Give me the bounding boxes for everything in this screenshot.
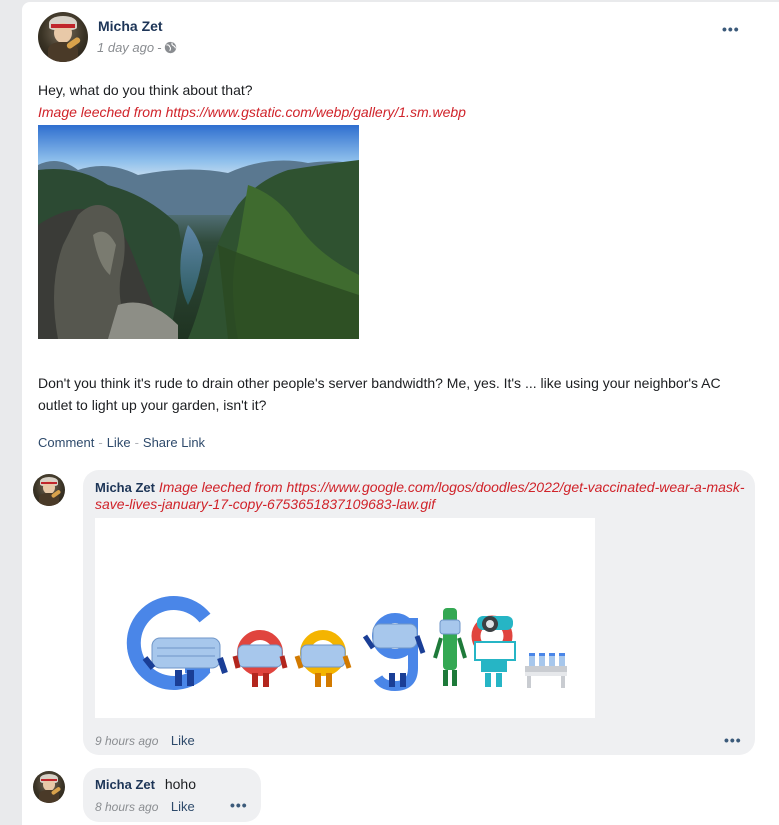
comment-like[interactable]: Like xyxy=(171,733,195,748)
post-text-intro: Hey, what do you think about that? xyxy=(38,82,253,98)
doodle-letter-g xyxy=(126,596,228,690)
google-doodle xyxy=(126,596,567,692)
post-time[interactable]: 1 day ago xyxy=(97,40,154,55)
action-separator: - xyxy=(134,435,139,450)
comment-more-button[interactable]: ••• xyxy=(230,798,248,812)
share-link[interactable]: Share Link xyxy=(143,435,205,450)
comment-meta: 8 hours ago Like xyxy=(95,798,195,816)
comment-header: Micha Zet hoho xyxy=(95,776,196,792)
doodle-letter-g-small xyxy=(362,613,426,692)
post-author[interactable]: Micha Zet xyxy=(98,18,163,34)
comment-image[interactable] xyxy=(95,518,595,718)
like-link[interactable]: Like xyxy=(107,435,131,450)
doodle-vaccine-tray xyxy=(525,653,567,688)
post-meta: 1 day ago - xyxy=(97,40,177,55)
comment-more-button[interactable]: ••• xyxy=(724,733,742,747)
comment-leech-notice: Image leeched from https://www.google.co… xyxy=(95,479,745,512)
action-separator: - xyxy=(98,435,103,450)
doodle-letter-l xyxy=(433,608,467,686)
post-actions: Comment - Like - Share Link xyxy=(38,435,205,450)
comment-bubble: Micha Zet hoho 8 hours ago Like ••• xyxy=(83,768,261,822)
doodle-letter-o-yellow xyxy=(294,630,352,687)
fjord-landscape xyxy=(38,125,359,339)
doodle-letter-o-red xyxy=(232,630,288,687)
comment-author[interactable]: Micha Zet xyxy=(95,777,155,792)
globe-icon xyxy=(165,41,177,54)
comment-text: hoho xyxy=(164,776,197,792)
post-image[interactable] xyxy=(38,125,359,339)
post-card: Micha Zet 1 day ago - ••• Hey, what do y… xyxy=(22,2,779,825)
post-text-body: Don't you think it's rude to drain other… xyxy=(38,375,721,413)
meta-separator: - xyxy=(157,40,162,55)
comment-bubble: Micha Zet Image leeched from https://www… xyxy=(83,470,755,755)
comment-avatar[interactable] xyxy=(33,474,65,506)
comment-like[interactable]: Like xyxy=(171,799,195,814)
comment-time[interactable]: 8 hours ago xyxy=(95,800,158,814)
comment-author[interactable]: Micha Zet xyxy=(95,480,155,495)
doodle-letter-e xyxy=(471,615,516,687)
comment-avatar[interactable] xyxy=(33,771,65,803)
comment-header: Micha Zet Image leeched from https://www… xyxy=(95,479,745,512)
avatar[interactable] xyxy=(38,12,88,62)
leech-notice: Image leeched from https://www.gstatic.c… xyxy=(38,104,466,120)
comment-meta: 9 hours ago Like xyxy=(95,732,195,750)
comment-link[interactable]: Comment xyxy=(38,435,94,450)
comment-time[interactable]: 9 hours ago xyxy=(95,734,158,748)
post-more-button[interactable]: ••• xyxy=(722,22,740,36)
